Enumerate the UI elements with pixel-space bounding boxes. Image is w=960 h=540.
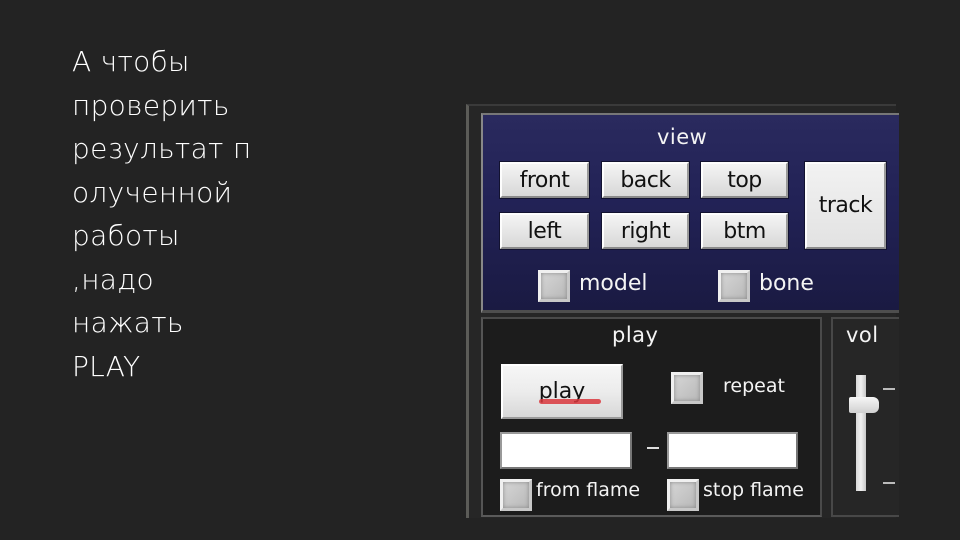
top-view-button[interactable]: top <box>701 162 788 198</box>
repeat-checkbox[interactable] <box>671 372 703 404</box>
bottom-view-button[interactable]: btm <box>701 213 788 249</box>
to-frame-input[interactable] <box>667 432 798 469</box>
from-flame-label: from flame <box>536 479 641 501</box>
track-button[interactable]: track <box>805 162 886 249</box>
play-panel: play play repeat from flame stop flame <box>481 317 822 517</box>
right-view-button[interactable]: right <box>602 213 689 249</box>
range-separator <box>647 447 659 449</box>
volume-slider-thumb[interactable] <box>849 397 879 413</box>
app-window-frame: view front back top left right btm track… <box>466 104 899 518</box>
stop-flame-label: stop flame <box>703 479 804 501</box>
view-panel: view front back top left right btm track… <box>481 113 899 313</box>
app-screenshot: view front back top left right btm track… <box>466 104 899 518</box>
play-button[interactable]: play <box>501 364 623 419</box>
volume-tick-max <box>883 388 895 390</box>
back-view-button[interactable]: back <box>602 162 689 198</box>
bone-checkbox-label: bone <box>759 271 814 296</box>
front-view-button[interactable]: front <box>500 162 589 198</box>
repeat-checkbox-label: repeat <box>723 375 785 397</box>
volume-slider-track[interactable] <box>856 375 866 491</box>
volume-panel: vol <box>831 317 899 517</box>
bone-checkbox[interactable] <box>718 270 750 302</box>
slide-caption: А чтобы проверить результат п олученной … <box>72 40 292 388</box>
red-underline-annotation <box>539 399 601 404</box>
caption-line: олученной <box>72 175 233 209</box>
caption-line: результат п <box>72 132 252 165</box>
caption-line: проверить <box>72 88 230 122</box>
caption-line: А чтобы <box>72 45 190 78</box>
model-checkbox[interactable] <box>538 270 570 302</box>
caption-line: нажать <box>72 306 184 339</box>
from-flame-checkbox[interactable] <box>500 479 532 511</box>
caption-line: ,надо <box>72 262 154 296</box>
stop-flame-checkbox[interactable] <box>667 479 699 511</box>
volume-tick-min <box>883 482 895 484</box>
model-checkbox-label: model <box>579 271 648 296</box>
view-panel-title: view <box>657 125 708 149</box>
left-view-button[interactable]: left <box>500 213 589 249</box>
from-frame-input[interactable] <box>500 432 632 469</box>
volume-panel-title: vol <box>846 323 879 347</box>
play-panel-title: play <box>612 323 659 347</box>
caption-line: работы <box>72 219 180 252</box>
caption-line: PLAY <box>72 349 141 383</box>
